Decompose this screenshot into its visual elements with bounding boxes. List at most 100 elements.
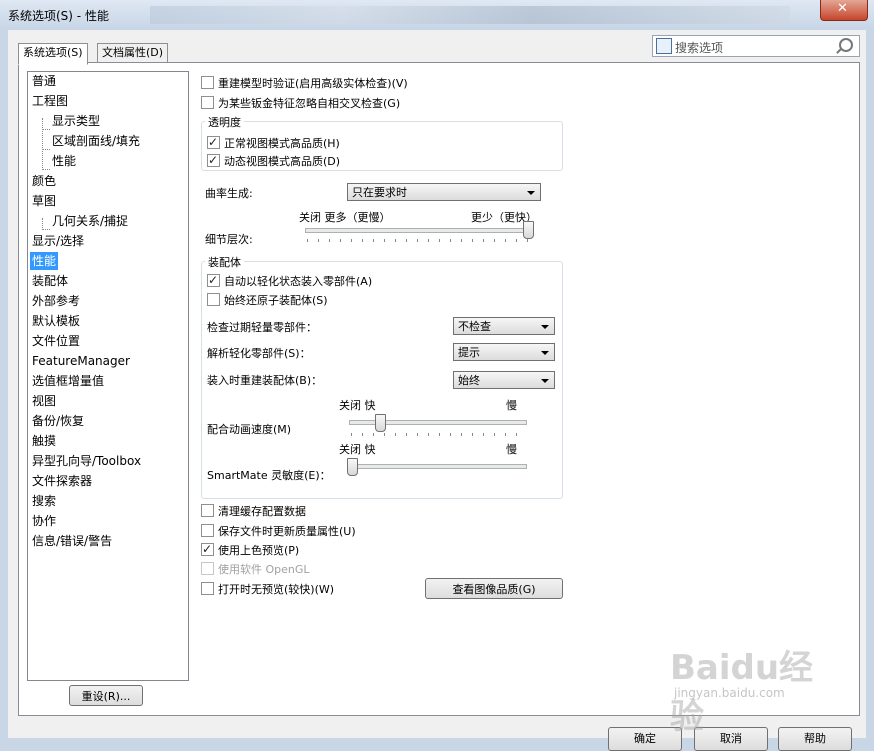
- tree-item-touch[interactable]: 触摸: [32, 432, 56, 450]
- checkbox-label: 清理缓存配置数据: [218, 505, 306, 518]
- tree-connector: [42, 129, 50, 130]
- tab-label: 系统选项(S): [23, 46, 83, 59]
- title-bar: 系统选项(S) - 性能 ✕: [0, 0, 874, 30]
- search-icon[interactable]: [839, 38, 853, 52]
- transparency-group-title: 透明度: [205, 114, 244, 130]
- checkbox-box: [207, 151, 220, 169]
- tree-item-featuremanager[interactable]: FeatureManager: [32, 352, 130, 370]
- checkbox-label: 重建模型时验证(启用高级实体检查)(V): [218, 77, 408, 90]
- tab-label: 文档属性(D): [102, 46, 164, 59]
- help-button[interactable]: 帮助: [778, 727, 852, 751]
- options-dialog: 系统选项(S) 文档属性(D) 搜索选项 普通 工程图 显示类型 区域剖面线/填…: [8, 30, 866, 751]
- tree-item-colors[interactable]: 颜色: [32, 172, 56, 190]
- smartmate-slider-thumb[interactable]: [347, 458, 358, 476]
- options-tree: 普通 工程图 显示类型 区域剖面线/填充 性能 颜色 草图 几何关系/捕捉 显示…: [27, 71, 189, 681]
- rebuild-on-load-label: 装入时重建装配体(B)：: [207, 374, 323, 387]
- check-outdated-label: 检查过期轻量零部件：: [207, 321, 317, 334]
- tree-item-messages-errors-warnings[interactable]: 信息/错误/警告: [32, 532, 112, 550]
- tree-item-collaboration[interactable]: 协作: [32, 512, 56, 530]
- resolve-lightweight-select[interactable]: 提示: [453, 343, 555, 361]
- tree-item-drawing-performance[interactable]: 性能: [52, 152, 76, 170]
- options-panel: 普通 工程图 显示类型 区域剖面线/填充 性能 颜色 草图 几何关系/捕捉 显示…: [18, 62, 860, 716]
- reset-button[interactable]: 重设(R)...: [69, 685, 143, 706]
- search-input[interactable]: 搜索选项: [652, 35, 860, 57]
- normal-view-hq-checkbox[interactable]: 正常视图模式高品质(H): [207, 133, 340, 153]
- smartmate-slider-track: [349, 464, 527, 469]
- tree-item-external-references[interactable]: 外部参考: [32, 292, 80, 310]
- resolve-lightweight-label: 解析轻化零部件(S)：: [207, 347, 311, 360]
- close-button[interactable]: ✕: [820, 0, 868, 21]
- auto-lightweight-checkbox[interactable]: 自动以轻化状态装入零部件(A): [207, 271, 372, 291]
- tree-item-display-type[interactable]: 显示类型: [52, 112, 100, 130]
- window-title: 系统选项(S) - 性能: [8, 9, 109, 23]
- checkbox-box: [201, 96, 214, 109]
- tree-item-performance[interactable]: 性能: [30, 252, 59, 270]
- chevron-down-icon: [541, 379, 549, 383]
- tree-item-default-templates[interactable]: 默认模板: [32, 312, 80, 330]
- tree-connector: [42, 149, 50, 150]
- checkbox-box: [201, 524, 214, 537]
- tree-item-file-locations[interactable]: 文件位置: [32, 332, 80, 350]
- checkbox-box: [207, 271, 220, 289]
- checkbox-label: 使用上色预览(P): [218, 544, 300, 557]
- tree-item-view[interactable]: 视图: [32, 392, 56, 410]
- update-mass-checkbox[interactable]: 保存文件时更新质量属性(U): [201, 523, 356, 541]
- ignore-self-intersect-checkbox[interactable]: 为某些钣金特征忽略自相交叉检查(G): [201, 95, 400, 113]
- mate-anim-slider-thumb[interactable]: [375, 414, 386, 432]
- ok-button[interactable]: 确定: [608, 727, 682, 751]
- select-value: 提示: [458, 346, 480, 359]
- image-quality-button[interactable]: 查看图像品质(G): [425, 578, 563, 599]
- dynamic-view-hq-checkbox[interactable]: 动态视图模式高品质(D): [207, 151, 340, 171]
- checkbox-label: 始终还原子装配体(S): [224, 294, 328, 307]
- smartmate-slow-label: 慢: [506, 443, 517, 456]
- tree-item-backup-recover[interactable]: 备份/恢复: [32, 412, 84, 430]
- select-value: 只在要求时: [352, 186, 407, 199]
- tab-document-properties[interactable]: 文档属性(D): [97, 43, 169, 63]
- checkbox-box: [207, 293, 220, 306]
- tree-connector: [42, 229, 50, 230]
- purge-cache-checkbox[interactable]: 清理缓存配置数据: [201, 503, 306, 521]
- checkbox-box: [201, 76, 214, 89]
- no-preview-checkbox[interactable]: 打开时无预览(较快)(W): [201, 581, 334, 599]
- tree-item-assemblies[interactable]: 装配体: [32, 272, 68, 290]
- smartmate-off-fast-label: 关闭 快: [339, 443, 376, 456]
- always-resolve-checkbox[interactable]: 始终还原子装配体(S): [207, 292, 328, 310]
- chevron-down-icon: [527, 191, 535, 195]
- tab-system-options[interactable]: 系统选项(S): [18, 43, 88, 65]
- mate-anim-off-fast-label: 关闭 快: [339, 399, 376, 412]
- select-value: 不检查: [458, 320, 491, 333]
- tree-item-drawings[interactable]: 工程图: [32, 92, 68, 110]
- tree-item-general[interactable]: 普通: [32, 72, 56, 90]
- shaded-preview-checkbox[interactable]: 使用上色预览(P): [201, 540, 300, 560]
- tree-item-sketch[interactable]: 草图: [32, 192, 56, 210]
- tree-connector: [42, 118, 43, 170]
- checkbox-label: 使用软件 OpenGL: [218, 563, 310, 576]
- lod-label: 细节层次:: [205, 233, 253, 246]
- software-opengl-checkbox: 使用软件 OpenGL: [201, 561, 310, 579]
- tree-item-spin-box-increments[interactable]: 选值框增量值: [32, 372, 104, 390]
- chevron-down-icon: [541, 325, 549, 329]
- tree-item-area-hatch[interactable]: 区域剖面线/填充: [52, 132, 140, 150]
- tree-item-hole-wizard-toolbox[interactable]: 异型孔向导/Toolbox: [32, 452, 141, 470]
- tree-item-display-selection[interactable]: 显示/选择: [32, 232, 84, 250]
- mate-anim-slider-ticks: [351, 433, 527, 436]
- rebuild-on-load-select[interactable]: 始终: [453, 371, 555, 389]
- checkbox-box: [201, 562, 214, 575]
- tree-item-search[interactable]: 搜索: [32, 492, 56, 510]
- options-icon: [656, 38, 672, 54]
- tree-item-file-explorer[interactable]: 文件探索器: [32, 472, 92, 490]
- check-outdated-select[interactable]: 不检查: [453, 317, 555, 335]
- select-value: 始终: [458, 374, 480, 387]
- lod-slider-track: [305, 228, 529, 233]
- mate-anim-slow-label: 慢: [506, 399, 517, 412]
- chevron-down-icon: [541, 351, 549, 355]
- lod-slider-thumb[interactable]: [523, 221, 534, 239]
- rebuild-verify-checkbox[interactable]: 重建模型时验证(启用高级实体检查)(V): [201, 75, 408, 93]
- tree-item-relations-snaps[interactable]: 几何关系/捕捉: [52, 212, 128, 230]
- close-icon: ✕: [837, 1, 848, 16]
- curvature-select[interactable]: 只在要求时: [347, 183, 541, 201]
- cancel-button[interactable]: 取消: [694, 727, 768, 751]
- checkbox-label: 为某些钣金特征忽略自相交叉检查(G): [218, 97, 401, 110]
- checkbox-box: [201, 540, 214, 558]
- checkbox-label: 保存文件时更新质量属性(U): [218, 525, 356, 538]
